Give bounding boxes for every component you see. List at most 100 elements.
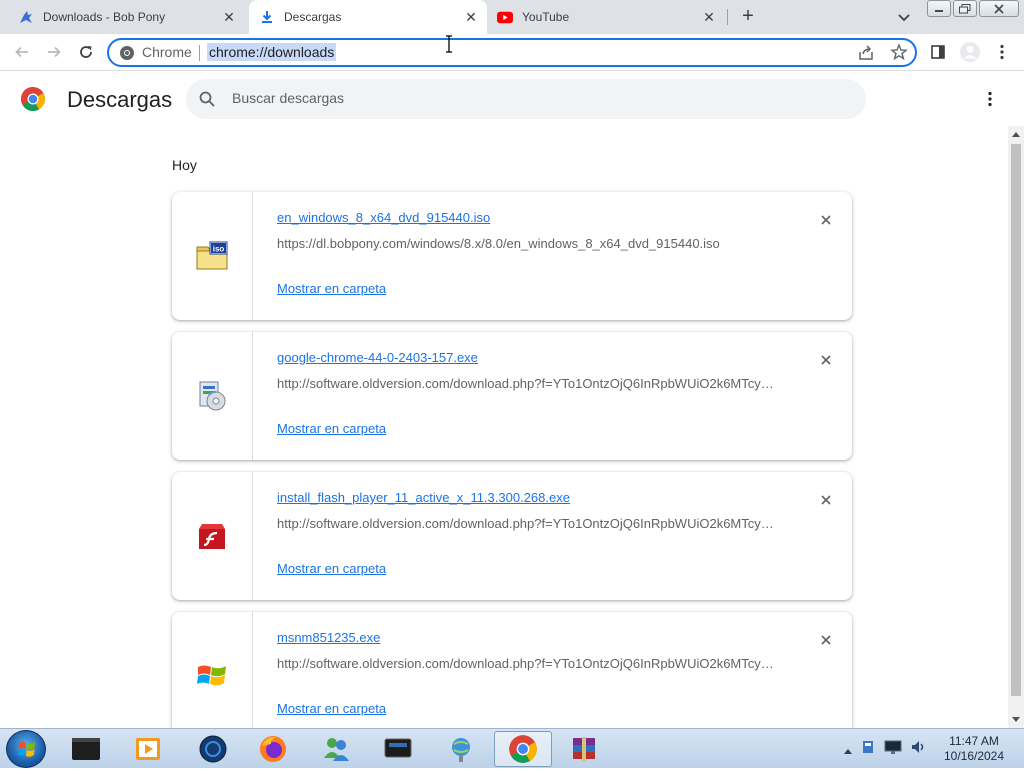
search-input[interactable] [232, 90, 832, 106]
reload-icon [80, 46, 92, 58]
file-url: http://software.oldversion.com/download.… [277, 376, 774, 391]
taskbar-app-chrome[interactable] [494, 731, 552, 767]
side-panel-icon [931, 45, 945, 59]
back-button[interactable] [10, 40, 34, 64]
chrome-logo-icon [20, 86, 46, 112]
system-tray [844, 739, 928, 760]
tab-title: YouTube [522, 10, 570, 24]
search-icon [198, 90, 216, 108]
forward-arrow-icon [48, 46, 61, 58]
file-name-link[interactable]: google-chrome-44-0-2403-157.exe [277, 350, 478, 365]
taskbar-app-messenger[interactable] [310, 731, 362, 767]
downloads-list: Hoy iso en_windows_8_x64_dvd_915440.iso … [0, 126, 1008, 728]
side-panel-button[interactable] [926, 40, 950, 64]
download-item: install_flash_player_11_active_x_11.3.30… [172, 472, 852, 600]
page-scrollbar[interactable] [1008, 126, 1024, 728]
share-icon[interactable] [857, 44, 875, 62]
monitor-icon [384, 738, 412, 758]
close-icon[interactable]: ✕ [701, 9, 717, 25]
close-icon [821, 635, 831, 645]
start-button[interactable] [6, 730, 46, 768]
tab-search-chevron-icon[interactable] [894, 7, 914, 27]
omnibox-url[interactable]: chrome://downloads [207, 43, 337, 61]
browser-menu-button[interactable] [990, 40, 1014, 64]
clock-time: 11:47 AM [949, 734, 999, 748]
windows-taskbar: 11:47 AM 10/16/2024 [0, 728, 1024, 768]
installer-icon [195, 379, 229, 413]
show-in-folder-link[interactable]: Mostrar en carpeta [277, 281, 386, 296]
downloads-search[interactable] [186, 79, 866, 119]
globe-icon [199, 735, 227, 763]
taskbar-clock[interactable]: 11:47 AM 10/16/2024 [930, 734, 1018, 764]
close-window-button[interactable] [979, 0, 1019, 17]
scroll-up-arrow-icon[interactable] [1008, 126, 1024, 142]
reload-button[interactable] [74, 40, 98, 64]
file-icon-column [172, 612, 253, 728]
bobpony-favicon [18, 9, 34, 25]
taskbar-app-network[interactable] [435, 731, 487, 767]
tab-separator [727, 9, 728, 25]
restore-button[interactable] [953, 0, 977, 17]
scrollbar-thumb[interactable] [1011, 144, 1021, 696]
remove-item-button[interactable] [816, 350, 836, 370]
back-arrow-icon [15, 46, 28, 58]
date-section-label: Hoy [172, 157, 197, 173]
show-in-folder-link[interactable]: Mostrar en carpeta [277, 421, 386, 436]
file-name-link[interactable]: install_flash_player_11_active_x_11.3.30… [277, 490, 570, 505]
scroll-down-arrow-icon[interactable] [1008, 712, 1024, 728]
network-monitor-icon[interactable] [884, 739, 902, 760]
taskbar-app-media-player[interactable] [122, 731, 174, 767]
remove-item-button[interactable] [816, 490, 836, 510]
tab-title: Descargas [284, 10, 342, 24]
profile-avatar[interactable] [958, 40, 982, 64]
show-hidden-icons-icon[interactable] [844, 741, 852, 759]
forward-button[interactable] [42, 40, 66, 64]
omnibox-divider [199, 45, 200, 61]
download-item: msnm851235.exe http://software.oldversio… [172, 612, 852, 728]
address-bar[interactable]: Chrome chrome://downloads [107, 38, 917, 67]
more-vert-icon [988, 91, 992, 107]
file-icon-column: iso [172, 192, 253, 320]
volume-icon[interactable] [910, 739, 928, 760]
downloads-header: Descargas [0, 72, 1024, 126]
close-icon[interactable]: ✕ [221, 9, 237, 25]
tab-youtube[interactable]: YouTube ✕ [487, 0, 725, 34]
new-tab-button[interactable]: + [736, 5, 760, 29]
taskbar-app-firefox[interactable] [247, 731, 299, 767]
file-name-link[interactable]: msnm851235.exe [277, 630, 380, 645]
remove-item-button[interactable] [816, 630, 836, 650]
download-icon [259, 9, 275, 25]
tab-descargas[interactable]: Descargas ✕ [249, 0, 487, 34]
close-icon [821, 495, 831, 505]
page-title: Descargas [67, 87, 173, 112]
downloads-menu-button[interactable] [978, 87, 1002, 111]
terminal-icon [72, 738, 100, 760]
flash-icon [195, 519, 229, 553]
file-icon-column [172, 472, 253, 600]
taskbar-app-monitor[interactable] [372, 731, 424, 767]
taskbar-app-terminal[interactable] [60, 731, 112, 767]
svg-text:iso: iso [213, 244, 225, 253]
chrome-icon [119, 45, 135, 61]
tray-app-icon[interactable] [860, 739, 876, 760]
bookmark-star-icon[interactable] [890, 43, 908, 61]
file-url: http://software.oldversion.com/download.… [277, 656, 774, 671]
minimize-button[interactable] [927, 0, 951, 17]
taskbar-app-globe[interactable] [187, 731, 239, 767]
file-name-link[interactable]: en_windows_8_x64_dvd_915440.iso [277, 210, 490, 225]
text-cursor-icon [444, 35, 454, 53]
tab-downloads-bob-pony[interactable]: Downloads - Bob Pony ✕ [0, 0, 245, 34]
close-icon [821, 355, 831, 365]
firefox-icon [260, 736, 286, 762]
file-icon-column [172, 332, 253, 460]
omnibox-chip: Chrome [142, 44, 192, 60]
show-in-folder-link[interactable]: Mostrar en carpeta [277, 561, 386, 576]
download-item: google-chrome-44-0-2403-157.exe http://s… [172, 332, 852, 460]
winrar-icon [573, 737, 595, 761]
close-icon[interactable]: ✕ [463, 9, 479, 25]
show-in-folder-link[interactable]: Mostrar en carpeta [277, 701, 386, 716]
taskbar-app-winrar[interactable] [558, 731, 610, 767]
youtube-icon [497, 9, 513, 25]
close-icon [821, 215, 831, 225]
remove-item-button[interactable] [816, 210, 836, 230]
